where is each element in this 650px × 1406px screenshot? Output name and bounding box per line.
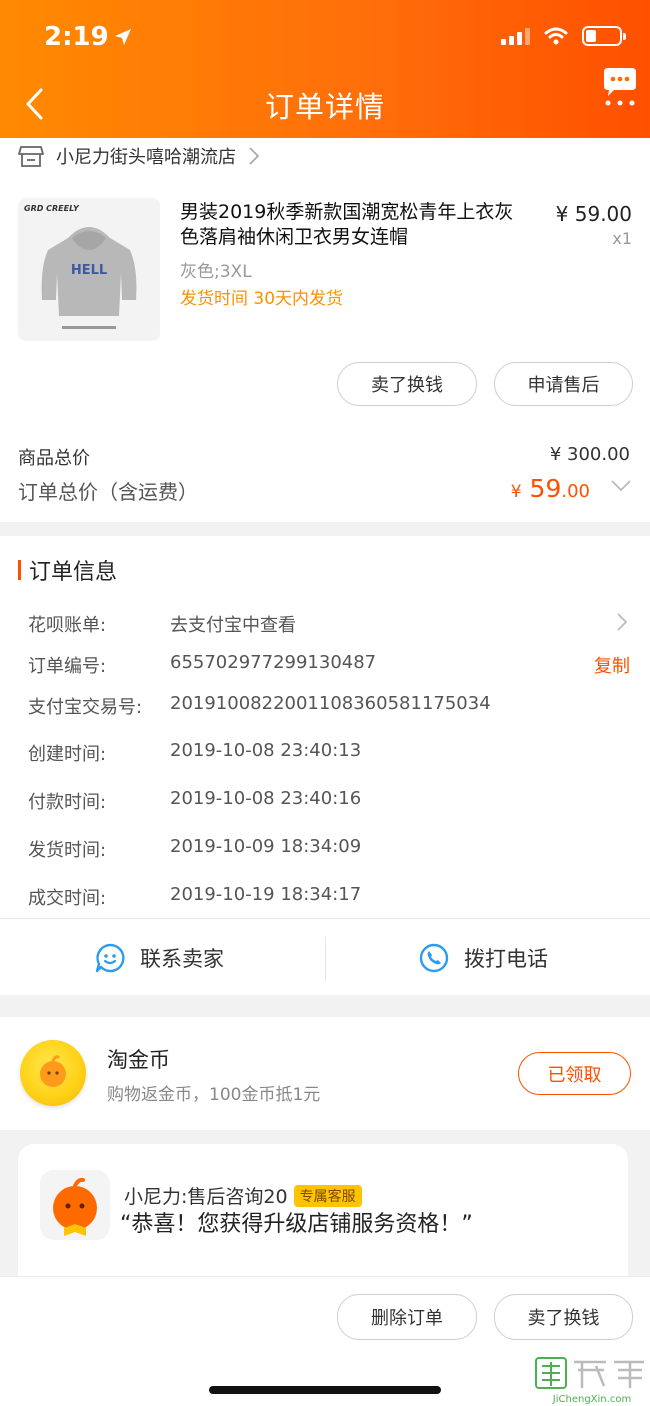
created-time-label: 创建时间: bbox=[28, 744, 107, 765]
goods-total-label: 商品总价 bbox=[18, 448, 90, 469]
shipped-time-value: 2019-10-09 18:34:09 bbox=[170, 836, 362, 857]
chat-smile-icon bbox=[95, 943, 125, 973]
service-message: “恭喜！您获得升级店铺服务资格！” bbox=[120, 1212, 473, 1237]
hoodie-image: GRD CREELY HELL bbox=[18, 198, 160, 341]
hoodie-print-text: HELL bbox=[71, 263, 107, 278]
status-time: 2:19 bbox=[44, 22, 133, 52]
nav-header: 2:19 订单详情 bbox=[0, 0, 650, 138]
expand-totals-button[interactable] bbox=[610, 478, 632, 497]
shipped-time-label: 发货时间: bbox=[28, 840, 107, 861]
order-info-title-text: 订单信息 bbox=[29, 560, 118, 585]
copy-order-no-button[interactable]: 复制 bbox=[594, 652, 630, 678]
alipay-no-value: 2019100822001108360581175034 bbox=[170, 693, 491, 714]
product-sku: 灰色;3XL bbox=[180, 262, 252, 282]
chevron-down-icon bbox=[611, 480, 631, 492]
section-gap bbox=[0, 522, 650, 536]
store-icon bbox=[18, 146, 44, 167]
chat-bubble-more-icon bbox=[604, 68, 636, 106]
coins-title: 淘金币 bbox=[107, 1048, 170, 1072]
product-shipping-time: 发货时间 30天内发货 bbox=[180, 289, 344, 309]
huabei-chevron[interactable] bbox=[616, 612, 628, 636]
watermark-logo: JiChengXin.com bbox=[534, 1356, 650, 1406]
chevron-right-icon bbox=[249, 147, 260, 165]
chevron-right-icon bbox=[617, 613, 628, 631]
shop-link[interactable]: 小尼力街头嘻哈潮流店 bbox=[18, 142, 260, 170]
status-time-text: 2:19 bbox=[44, 22, 109, 52]
product-image[interactable]: GRD CREELY HELL bbox=[18, 198, 160, 341]
service-avatar bbox=[40, 1170, 110, 1240]
gold-coin-icon bbox=[20, 1040, 86, 1106]
vertical-divider bbox=[325, 937, 326, 981]
order-no-value: 655702977299130487 bbox=[170, 652, 377, 673]
status-icons bbox=[501, 26, 626, 46]
order-total-currency: ¥ bbox=[510, 482, 522, 502]
watermark-text: JiChengXin.com bbox=[552, 1394, 631, 1405]
delete-order-button[interactable]: 删除订单 bbox=[337, 1294, 477, 1340]
contact-seller-label: 联系卖家 bbox=[140, 947, 224, 971]
paid-time-value: 2019-10-08 23:40:16 bbox=[170, 788, 362, 809]
order-total-decimal: .00 bbox=[561, 481, 590, 502]
alipay-no-label: 支付宝交易号: bbox=[28, 697, 143, 718]
coins-claimed-button[interactable]: 已领取 bbox=[518, 1052, 631, 1095]
huabei-link[interactable]: 去支付宝中查看 bbox=[170, 611, 296, 637]
more-menu-button[interactable] bbox=[600, 66, 640, 110]
order-total-label: 订单总价（含运费） bbox=[18, 480, 198, 504]
brand-logo-text: GRD CREELY bbox=[24, 204, 80, 213]
cellular-signal-icon bbox=[501, 27, 530, 45]
section-gap bbox=[0, 995, 650, 1017]
sell-order-button[interactable]: 卖了换钱 bbox=[494, 1294, 633, 1340]
shop-name: 小尼力街头嘻哈潮流店 bbox=[56, 147, 236, 168]
coins-subtitle: 购物返金币，100金币抵1元 bbox=[107, 1085, 321, 1105]
call-phone-label: 拨打电话 bbox=[464, 947, 548, 971]
created-time-value: 2019-10-08 23:40:13 bbox=[170, 740, 362, 761]
order-no-label: 订单编号: bbox=[28, 656, 107, 677]
location-arrow-icon bbox=[114, 29, 131, 45]
after-sales-button[interactable]: 申请售后 bbox=[494, 362, 633, 406]
service-name-text: 小尼力:售后咨询20 bbox=[124, 1186, 288, 1208]
completed-time-value: 2019-10-19 18:34:17 bbox=[170, 884, 362, 905]
order-total-value: ¥ 59 .00 bbox=[511, 474, 590, 503]
page-title: 订单详情 bbox=[264, 90, 385, 124]
wifi-icon bbox=[544, 27, 568, 45]
home-indicator[interactable] bbox=[209, 1386, 441, 1394]
phone-icon bbox=[419, 943, 449, 973]
sell-item-button[interactable]: 卖了换钱 bbox=[337, 362, 477, 406]
order-total-integer: 59 bbox=[529, 474, 562, 503]
order-info-title: 订单信息 bbox=[18, 556, 118, 585]
divider bbox=[0, 918, 650, 919]
service-name: 小尼力:售后咨询20 专属客服 bbox=[124, 1182, 362, 1209]
call-phone-button[interactable]: 拨打电话 bbox=[418, 934, 548, 982]
title-accent-bar bbox=[18, 560, 21, 580]
huabei-label: 花呗账单: bbox=[28, 615, 107, 636]
goods-total-value: ¥ 300.00 bbox=[549, 444, 630, 465]
product-price: ¥ 59.00 bbox=[555, 202, 632, 226]
completed-time-label: 成交时间: bbox=[28, 888, 107, 909]
battery-icon bbox=[582, 26, 626, 46]
paid-time-label: 付款时间: bbox=[28, 792, 107, 813]
exclusive-service-badge: 专属客服 bbox=[293, 1184, 362, 1207]
contact-seller-button[interactable]: 联系卖家 bbox=[94, 934, 224, 982]
product-quantity: x1 bbox=[612, 229, 632, 248]
product-title[interactable]: 男装2019秋季新款国潮宽松青年上衣灰色落肩袖休闲卫衣男女连帽 bbox=[180, 200, 530, 250]
